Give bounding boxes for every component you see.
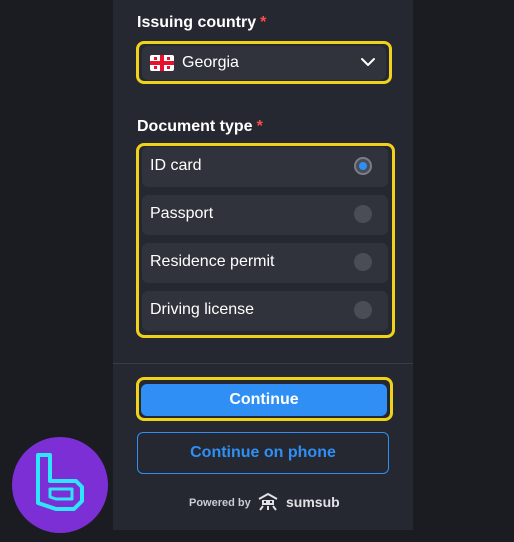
document-option-label: ID card [150, 157, 202, 174]
logo-mark-icon [36, 453, 84, 511]
radio-unselected-icon[interactable] [354, 301, 372, 319]
document-option-driving-license[interactable]: Driving license [142, 291, 388, 331]
country-select[interactable]: Georgia [142, 46, 386, 80]
brand-logo [12, 437, 108, 533]
document-option-residence-permit[interactable]: Residence permit [142, 243, 388, 283]
required-marker: * [256, 118, 263, 135]
issuing-country-label: Issuing country * [137, 14, 267, 31]
sumsub-logo-icon [258, 492, 278, 511]
radio-unselected-icon[interactable] [354, 205, 372, 223]
document-option-label: Residence permit [150, 253, 275, 270]
radio-selected-icon[interactable] [354, 157, 372, 175]
required-marker: * [260, 14, 267, 31]
continue-button[interactable]: Continue [141, 384, 387, 416]
georgia-flag-icon [150, 55, 174, 71]
document-option-label: Passport [150, 205, 214, 222]
sumsub-brand-text: sumsub [286, 494, 340, 510]
radio-unselected-icon[interactable] [354, 253, 372, 271]
continue-on-phone-button[interactable]: Continue on phone [137, 432, 389, 474]
powered-by-text: Powered by [189, 497, 251, 509]
document-type-label: Document type * [137, 118, 263, 135]
chevron-down-icon [361, 58, 375, 66]
country-select-value: Georgia [182, 54, 239, 71]
document-option-id-card[interactable]: ID card [142, 147, 388, 187]
document-option-passport[interactable]: Passport [142, 195, 388, 235]
document-option-label: Driving license [150, 301, 255, 318]
divider [113, 363, 413, 364]
